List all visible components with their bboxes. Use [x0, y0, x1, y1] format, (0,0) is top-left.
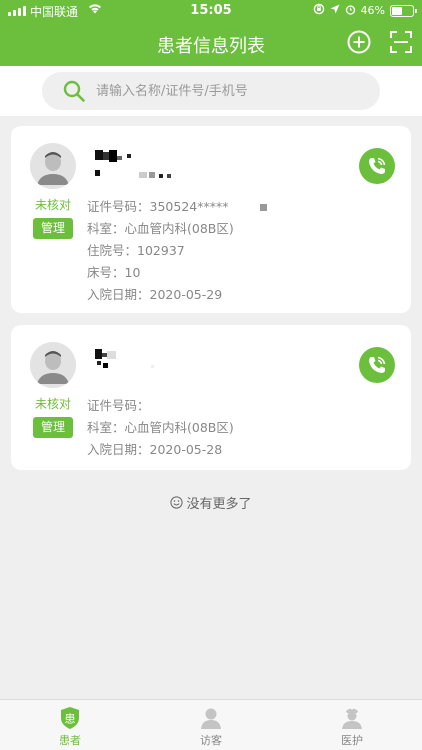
status-bar: 中国联通 15:05 46% [0, 0, 422, 22]
admission-date-label: 入院日期： [87, 442, 150, 457]
visitor-icon [201, 708, 221, 729]
patient-card[interactable]: 未核对 管理 证件号码：350524***** 科室：心血管内科(08B区) 住… [11, 126, 411, 313]
bed-number-label: 床号： [87, 265, 125, 280]
patient-card[interactable]: 未核对 管理 证件号码： 科室：心血管内科(08B区) 入院日期：2020-05… [11, 325, 411, 470]
verify-status: 未核对 [34, 198, 71, 212]
phone-icon [369, 356, 386, 373]
bed-number-value: 10 [124, 265, 141, 280]
department-label: 科室： [87, 221, 125, 236]
no-more-text: 没有更多了 [186, 497, 252, 512]
department-value: 心血管内科(08B区) [124, 221, 234, 236]
smile-icon [170, 496, 184, 509]
admission-date-value: 2020-05-29 [149, 287, 223, 302]
patient-name-redacted [93, 345, 183, 385]
call-button[interactable] [359, 347, 395, 383]
department-row: 科室：心血管内科(08B区) [87, 218, 234, 237]
search-bar-container [0, 66, 422, 116]
tab-patients[interactable]: 患 患者 [0, 700, 140, 750]
scan-button[interactable] [388, 29, 414, 55]
department-label: 科室： [87, 420, 125, 435]
manage-button[interactable]: 管理 [33, 417, 73, 438]
location-icon [330, 4, 340, 17]
tab-label: 访客 [200, 734, 222, 747]
department-value: 心血管内科(08B区) [124, 420, 234, 435]
search-box[interactable] [42, 72, 380, 110]
battery-percent: 46% [360, 4, 385, 17]
bottom-tab-bar: 患 患者 访客 医护 [0, 699, 422, 750]
admission-number-value: 102937 [137, 243, 185, 258]
tab-visitors[interactable]: 访客 [141, 700, 281, 750]
patient-name-redacted [93, 146, 183, 186]
search-input[interactable] [96, 72, 366, 110]
admission-date-row: 入院日期：2020-05-29 [87, 284, 222, 303]
id-number-label: 证件号码： [87, 398, 150, 413]
manage-button[interactable]: 管理 [33, 218, 73, 239]
no-more-indicator: 没有更多了 [0, 493, 422, 512]
id-number-value: 350524***** [149, 199, 229, 214]
tab-label: 患者 [59, 734, 81, 747]
admission-number-row: 住院号：102937 [87, 240, 185, 259]
alarm-icon [345, 4, 356, 18]
avatar [30, 143, 76, 189]
tab-medical-staff[interactable]: 医护 [282, 700, 422, 750]
admission-number-label: 住院号： [87, 243, 138, 258]
admission-date-row: 入院日期：2020-05-28 [87, 439, 222, 458]
orientation-lock-icon [313, 3, 325, 18]
medical-staff-icon [342, 707, 362, 729]
redaction-mark [260, 204, 268, 211]
patient-icon: 患 [61, 707, 79, 729]
verify-status: 未核对 [34, 397, 71, 411]
avatar [30, 342, 76, 388]
scan-icon [390, 31, 412, 53]
bed-number-row: 床号：10 [87, 262, 140, 281]
admission-date-value: 2020-05-28 [149, 442, 223, 457]
tab-label: 医护 [341, 734, 363, 747]
svg-text:患: 患 [65, 713, 76, 726]
call-button[interactable] [359, 148, 395, 184]
battery-icon [390, 4, 417, 17]
id-number-row: 证件号码： [87, 395, 150, 414]
plus-circle-icon [347, 30, 371, 54]
phone-icon [369, 157, 386, 174]
id-number-label: 证件号码： [87, 199, 150, 214]
search-icon [63, 80, 85, 102]
department-row: 科室：心血管内科(08B区) [87, 417, 234, 436]
admission-date-label: 入院日期： [87, 287, 150, 302]
add-patient-button[interactable] [346, 29, 372, 55]
id-number-row: 证件号码：350524***** [87, 196, 268, 215]
